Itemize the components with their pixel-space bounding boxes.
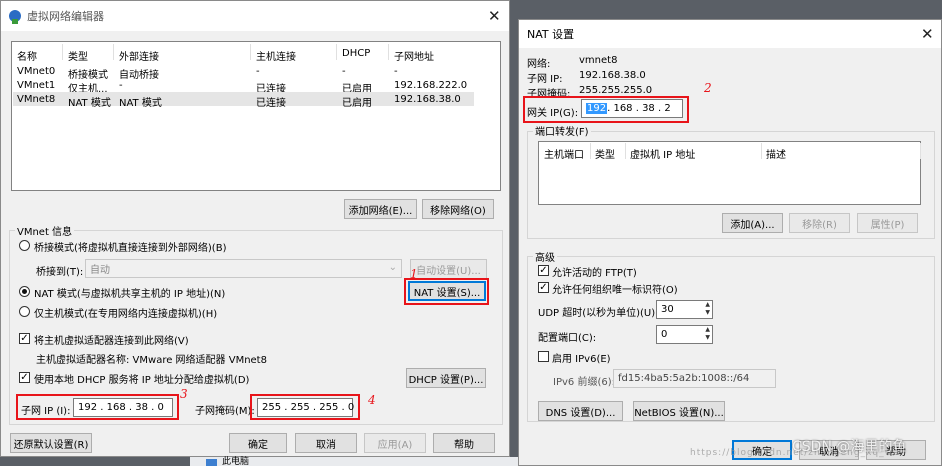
- enable-ipv6-label[interactable]: 启用 IPv6(E): [552, 350, 611, 365]
- host-only-radio[interactable]: [19, 306, 30, 317]
- chevron-down-icon: ⌄: [388, 262, 397, 273]
- nat-subnet-mask-value: 255.255.255.0: [579, 85, 653, 96]
- dns-settings-button[interactable]: DNS 设置(D)...: [538, 401, 623, 421]
- close-icon[interactable]: ✕: [488, 7, 501, 25]
- taskbar-this-pc[interactable]: 此电脑: [222, 457, 249, 466]
- ok-button[interactable]: 确定: [229, 433, 287, 453]
- pf-properties-button[interactable]: 属性(P): [857, 213, 918, 233]
- table-row[interactable]: VMnet1 仅主机... - 已连接 已启用 192.168.222.0: [13, 78, 500, 95]
- advanced-label: 高级: [533, 249, 557, 264]
- port-forwarding-list[interactable]: 主机端口 类型 虚拟机 IP 地址 描述: [538, 141, 921, 205]
- nat-subnet-ip-label: 子网 IP:: [527, 74, 563, 85]
- config-port-label: 配置端口(C):: [538, 333, 597, 344]
- col-header-name[interactable]: 名称: [17, 48, 37, 63]
- annotation-box-1: [404, 278, 489, 305]
- nat-window-title: NAT 设置: [527, 28, 575, 41]
- add-network-button[interactable]: 添加网络(E)...: [344, 199, 417, 219]
- pf-header-vm-ip[interactable]: 虚拟机 IP 地址: [630, 146, 695, 161]
- udp-timeout-label: UDP 超时(以秒为单位)(U):: [538, 308, 659, 319]
- col-header-subnet[interactable]: 子网地址: [394, 48, 434, 63]
- subnet-mask-label: 子网掩码(M):: [195, 406, 255, 417]
- pf-add-button[interactable]: 添加(A)...: [722, 213, 783, 233]
- virtual-network-editor-window: 虚拟网络编辑器 ✕ 名称 类型 外部连接 主机连接 DHCP 子网地址 VMne…: [0, 0, 510, 457]
- use-dhcp-checkbox[interactable]: ✓: [19, 372, 30, 383]
- ipv6-prefix-label: IPv6 前缀(6):: [553, 377, 615, 388]
- close-icon[interactable]: ✕: [921, 25, 934, 43]
- table-row-selected[interactable]: VMnet8 NAT 模式 NAT 模式 已连接 已启用 192.168.38.…: [13, 92, 474, 109]
- col-header-external[interactable]: 外部连接: [119, 48, 159, 63]
- help-button[interactable]: 帮助: [433, 433, 495, 453]
- auto-settings-button[interactable]: 自动设置(U)...: [410, 259, 487, 279]
- bridged-to-select[interactable]: 自动 ⌄: [85, 259, 402, 278]
- network-label: 网络:: [527, 59, 551, 70]
- dhcp-settings-button[interactable]: DHCP 设置(P)...: [406, 368, 486, 388]
- cancel-button[interactable]: 取消: [295, 433, 357, 453]
- annotation-box-3: [16, 394, 179, 420]
- vmnet-info-label: VMnet 信息: [15, 223, 75, 238]
- nat-subnet-ip-value: 192.168.38.0: [579, 70, 646, 81]
- pf-header-type[interactable]: 类型: [595, 146, 615, 161]
- network-value: vmnet8: [579, 55, 618, 66]
- connect-adapter-label[interactable]: 将主机虚拟适配器连接到此网络(V): [34, 332, 189, 347]
- watermark-logo: CSDN @海里的鱼: [792, 439, 907, 455]
- use-dhcp-label[interactable]: 使用本地 DHCP 服务将 IP 地址分配给虚拟机(D): [34, 371, 249, 386]
- allow-oui-label[interactable]: 允许任何组织唯一标识符(O): [552, 281, 678, 296]
- computer-icon[interactable]: [206, 459, 217, 466]
- annotation-box-4: [250, 394, 360, 420]
- annotation-number-3: 3: [180, 387, 188, 401]
- title-bar: 虚拟网络编辑器: [1, 1, 509, 31]
- config-port-stepper[interactable]: 0 ▲ ▼: [656, 325, 713, 344]
- udp-timeout-stepper[interactable]: 30 ▲ ▼: [656, 300, 713, 319]
- bridged-mode-label[interactable]: 桥接模式(将虚拟机直接连接到外部网络)(B): [34, 239, 226, 254]
- window-title: 虚拟网络编辑器: [27, 10, 104, 23]
- nat-settings-window: NAT 设置 ✕ 网络: vmnet8 子网 IP: 192.168.38.0 …: [518, 19, 942, 466]
- pf-remove-button[interactable]: 移除(R): [789, 213, 850, 233]
- nat-mode-radio[interactable]: [19, 286, 30, 297]
- annotation-number-1: 1: [410, 267, 418, 281]
- connect-adapter-checkbox[interactable]: ✓: [19, 333, 30, 344]
- pf-header-host-port[interactable]: 主机端口: [544, 146, 584, 161]
- stepper-arrows-icon[interactable]: ▲ ▼: [705, 301, 710, 317]
- enable-ipv6-checkbox[interactable]: [538, 351, 549, 362]
- allow-ftp-checkbox[interactable]: ✓: [538, 265, 549, 276]
- host-only-label[interactable]: 仅主机模式(在专用网络内连接虚拟机)(H): [34, 305, 217, 320]
- nat-title-bar: NAT 设置: [519, 20, 941, 48]
- network-table[interactable]: 名称 类型 外部连接 主机连接 DHCP 子网地址 VMnet0 桥接模式 自动…: [11, 41, 501, 191]
- restore-defaults-button[interactable]: 还原默认设置(R): [10, 433, 92, 453]
- ipv6-prefix-field[interactable]: fd15:4ba5:5a2b:1008::/64: [613, 369, 776, 388]
- col-header-host[interactable]: 主机连接: [256, 48, 296, 63]
- annotation-number-2: 2: [704, 81, 712, 95]
- table-row[interactable]: VMnet0 桥接模式 自动桥接 - - -: [13, 64, 500, 81]
- bridged-to-label: 桥接到(T):: [36, 267, 84, 278]
- netbios-settings-button[interactable]: NetBIOS 设置(N)...: [633, 401, 725, 421]
- bridged-mode-radio[interactable]: [19, 240, 30, 251]
- stepper-arrows-icon[interactable]: ▲ ▼: [705, 326, 710, 342]
- port-forwarding-label: 端口转发(F): [533, 123, 591, 138]
- adapter-name-text: 主机虚拟适配器名称: VMware 网络适配器 VMnet8: [36, 355, 267, 366]
- vmware-network-icon: [9, 10, 21, 24]
- apply-button[interactable]: 应用(A): [364, 433, 426, 453]
- allow-ftp-label[interactable]: 允许活动的 FTP(T): [552, 264, 637, 279]
- col-header-dhcp[interactable]: DHCP: [342, 48, 370, 59]
- annotation-number-4: 4: [368, 393, 376, 407]
- annotation-box-2: [523, 96, 689, 123]
- allow-oui-checkbox[interactable]: ✓: [538, 282, 549, 293]
- pf-header-desc[interactable]: 描述: [766, 146, 786, 161]
- col-header-type[interactable]: 类型: [68, 48, 88, 63]
- nat-mode-label[interactable]: NAT 模式(与虚拟机共享主机的 IP 地址)(N): [34, 285, 225, 300]
- remove-network-button[interactable]: 移除网络(O): [422, 199, 494, 219]
